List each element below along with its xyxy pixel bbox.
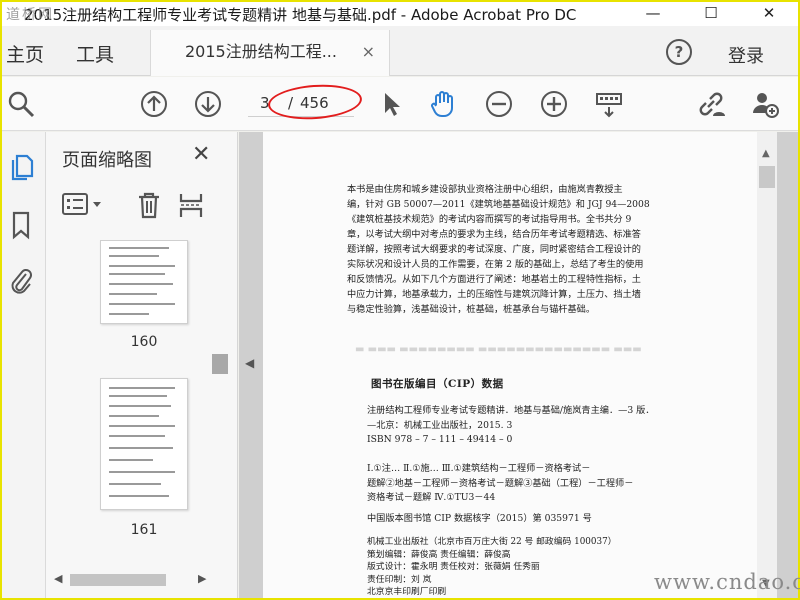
window-controls: — ☐ ✕ <box>624 2 798 26</box>
maximize-button[interactable]: ☐ <box>682 2 740 26</box>
intro-paragraph: 本书是由住房和城乡建设部执业资格注册中心组织，由施岚青教授主 编，针对 GB 5… <box>347 184 650 315</box>
scroll-right-icon[interactable]: ▶ <box>198 572 206 585</box>
tab-document-label: 2015注册结构工程... <box>185 42 337 61</box>
panel-close-button[interactable]: ✕ <box>192 142 210 167</box>
thumbnail-toolbar <box>60 190 236 226</box>
thumbnail-vertical-scrollbar[interactable] <box>212 244 228 568</box>
main-toolbar: 3 / 456 <box>2 77 798 131</box>
options-menu-icon[interactable] <box>60 190 106 224</box>
tab-document[interactable]: 2015注册结构工程... × <box>150 30 390 76</box>
scroll-left-icon[interactable]: ◀ <box>54 572 62 585</box>
tab-tools[interactable]: 工具 <box>76 40 114 67</box>
watermark-logo: 道桥网 <box>6 7 54 23</box>
share-link-icon[interactable] <box>696 89 726 119</box>
page-up-icon[interactable] <box>139 89 169 119</box>
thumbnail-label: 160 <box>130 334 158 350</box>
zoom-in-icon[interactable] <box>539 89 569 119</box>
hand-tool-icon[interactable] <box>428 89 458 119</box>
panel-title: 页面缩略图 <box>62 150 152 171</box>
search-icon[interactable] <box>6 89 36 119</box>
close-window-button[interactable]: ✕ <box>740 2 798 26</box>
insert-page-icon[interactable] <box>176 190 206 224</box>
thumbnail-hscroll-thumb[interactable] <box>70 574 166 586</box>
faded-scan-line: ▬ ▬▬▬ ▬▬▬▬▬▬▬▬ ▬▬▬▬▬▬▬▬▬▬▬▬▬▬ ▬▬▬ <box>355 344 642 355</box>
delete-page-icon[interactable] <box>134 190 164 224</box>
scroll-up-icon[interactable]: ▲ <box>762 148 770 159</box>
add-user-icon[interactable] <box>750 89 780 119</box>
page-thumbnails-panel: 页面缩略图 ✕ 160 161 ◀ ▶ <box>46 132 238 598</box>
minimize-button[interactable]: — <box>624 2 682 26</box>
document-vertical-scrollbar[interactable]: ▲ ▼ <box>757 132 777 598</box>
tab-home[interactable]: 主页 <box>6 40 44 67</box>
document-page: 本书是由住房和城乡建设部执业资格注册中心组织，由施岚青教授主 编，针对 GB 5… <box>263 132 757 598</box>
window-title: 2015注册结构工程师专业考试专题精讲 地基与基础.pdf - Adobe Ac… <box>24 5 577 24</box>
collapse-left-panel-icon[interactable]: ◀ <box>245 356 254 370</box>
login-button[interactable]: 登录 <box>728 42 764 68</box>
tab-bar: 主页 工具 2015注册结构工程... × ? 登录 <box>2 26 798 76</box>
attachment-icon[interactable] <box>8 266 36 296</box>
page-thumbnail[interactable] <box>100 378 188 510</box>
corner-watermark: www.cndao.com <box>654 570 800 594</box>
thumbnail-label: 161 <box>130 522 158 538</box>
help-icon[interactable]: ? <box>666 39 692 65</box>
thumbnail-list: 160 161 <box>46 240 226 570</box>
thumbnail-horizontal-scrollbar[interactable]: ◀ ▶ <box>52 572 212 588</box>
thumbnail-scroll-thumb[interactable] <box>212 354 228 374</box>
publisher-block: 机械工业出版社（北京市百万庄大街 22 号 邮政编码 100037） 策划编辑：… <box>367 537 617 597</box>
keyboard-icon[interactable] <box>594 89 624 119</box>
tab-close-button[interactable]: × <box>362 30 375 74</box>
page-thumbnail[interactable] <box>100 240 188 324</box>
page-down-icon[interactable] <box>193 89 223 119</box>
cip-number: 中国版本图书馆 CIP 数据核字（2015）第 035971 号 <box>367 513 592 524</box>
document-scroll-thumb[interactable] <box>759 166 775 188</box>
navigation-rail <box>2 132 46 598</box>
window-title-bar: 道桥网 2015注册结构工程师专业考试专题精讲 地基与基础.pdf - Adob… <box>2 2 798 26</box>
page-thumbnails-icon[interactable] <box>8 152 36 182</box>
cip-heading: 图书在版编目（CIP）数据 <box>371 378 504 390</box>
cip-block: 注册结构工程师专业考试专题精讲．地基与基础/施岚青主编．—3 版． —北京：机械… <box>367 405 655 503</box>
bookmark-icon[interactable] <box>8 210 36 240</box>
zoom-out-icon[interactable] <box>484 89 514 119</box>
select-cursor-icon[interactable] <box>376 89 406 119</box>
document-viewer: ◀ 本书是由住房和城乡建设部执业资格注册中心组织，由施岚青教授主 编，针对 GB… <box>239 132 798 598</box>
